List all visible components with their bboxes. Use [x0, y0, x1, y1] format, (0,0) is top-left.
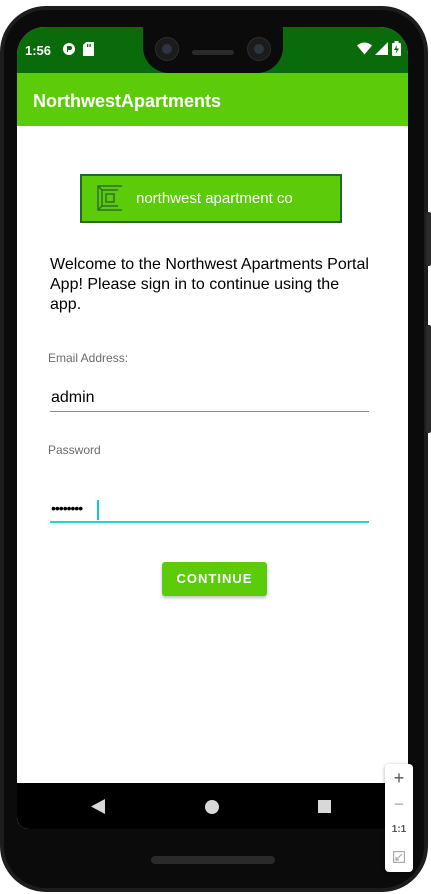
- welcome-message: Welcome to the Northwest Apartments Port…: [50, 256, 369, 313]
- zoom-out-button[interactable]: −: [385, 794, 413, 815]
- continue-button[interactable]: CONTINUE: [162, 562, 267, 596]
- text-cursor: [97, 500, 99, 520]
- building-logo-icon: [96, 184, 124, 217]
- front-sensor-icon: [247, 37, 271, 61]
- power-button: [426, 325, 431, 433]
- sd-card-icon: [83, 42, 94, 61]
- back-icon[interactable]: [91, 799, 105, 819]
- company-logo: northwest apartment co: [80, 174, 342, 223]
- logo-text: northwest apartment co: [136, 190, 293, 207]
- email-field[interactable]: admin: [51, 389, 95, 407]
- recents-icon[interactable]: [318, 800, 331, 818]
- navigation-bar: [17, 783, 408, 829]
- camera-notch: [143, 27, 283, 73]
- email-label: Email Address:: [48, 351, 129, 365]
- actual-size-button[interactable]: 1:1: [385, 824, 413, 835]
- volume-button: [426, 212, 431, 266]
- signal-icon: [375, 42, 388, 60]
- battery-icon: [392, 41, 401, 61]
- password-label: Password: [48, 443, 101, 457]
- password-field-underline: [50, 521, 369, 523]
- status-time: 1:56: [25, 43, 52, 58]
- status-bar: 1:56: [17, 27, 408, 73]
- fit-screen-icon[interactable]: [393, 850, 406, 868]
- front-camera-icon: [155, 37, 179, 61]
- zoom-controls: + − 1:1: [385, 764, 413, 872]
- zoom-in-button[interactable]: +: [385, 768, 413, 789]
- app-bar: NorthwestApartments: [17, 73, 408, 126]
- bottom-speaker: [151, 856, 275, 864]
- earpiece-speaker: [192, 50, 234, 55]
- password-field[interactable]: ••••••••: [51, 500, 83, 516]
- app-title: NorthwestApartments: [33, 91, 222, 111]
- wifi-icon: [357, 42, 372, 60]
- device-screen: 1:56 NorthwestApartments northwest apart…: [17, 27, 408, 829]
- notification-circle-icon: [62, 42, 76, 61]
- home-icon[interactable]: [205, 800, 219, 819]
- email-field-underline: [50, 411, 369, 412]
